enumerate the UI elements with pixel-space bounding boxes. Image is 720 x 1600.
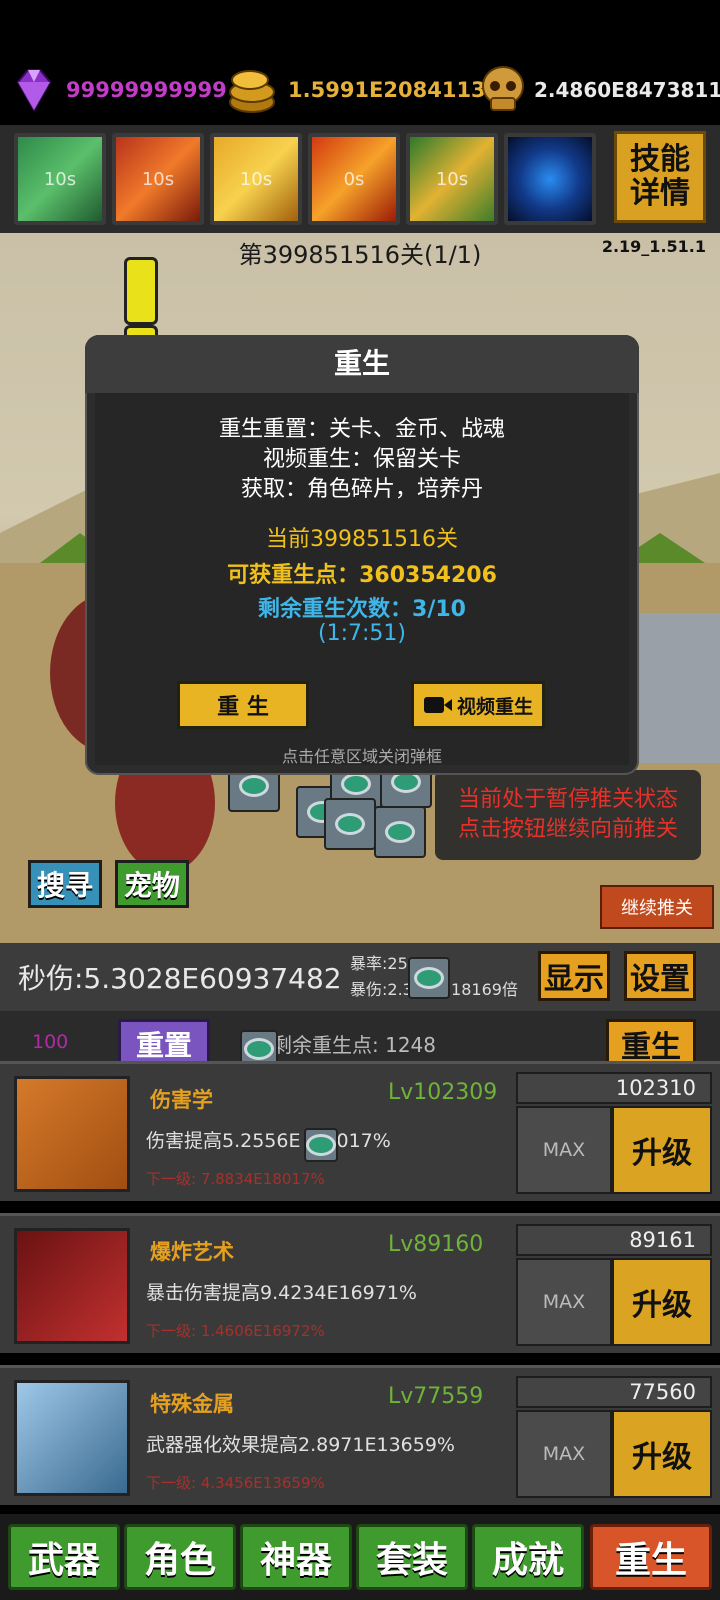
skill-slot-1[interactable]: 10s: [14, 133, 106, 225]
skill-cooldown: 0s: [343, 168, 365, 190]
pet-button[interactable]: 宠物: [115, 860, 189, 908]
modal-line-1: 重生重置：关卡、金币、战魂: [218, 417, 505, 442]
reset-count: 100: [32, 1031, 69, 1053]
skill-cooldown: 10s: [239, 168, 273, 190]
skill-bar: 10s 10s 10s 0s 10s 技能详情: [0, 125, 720, 233]
skill-slot-3[interactable]: 10s: [210, 133, 302, 225]
rebirth-timer: (1:7:51): [318, 621, 406, 646]
gold-coins-icon: [229, 70, 275, 113]
nav-achievements[interactable]: 成就: [472, 1524, 584, 1590]
skill-cooldown: 10s: [141, 168, 175, 190]
skill-slot-2[interactable]: 10s: [112, 133, 204, 225]
upgrade-level: Lv77559: [388, 1384, 484, 1409]
bottom-nav: 武器 角色 神器 套装 成就 重生: [0, 1514, 720, 1600]
upgrade-level: Lv102309: [388, 1080, 498, 1105]
gem-icon: [16, 69, 52, 113]
dps-label: 秒伤:5.3028E60937482: [18, 962, 342, 995]
pause-tip: 当前处于暂停推关状态 点击按钮继续向前推关: [435, 770, 701, 860]
skill-slot-5[interactable]: 10s: [406, 133, 498, 225]
upgrade-next: 下一级: 7.8834E18017%: [146, 1170, 325, 1188]
upgrade-button[interactable]: 升级: [612, 1258, 712, 1346]
rebirth-points: 可获重生点：360354206: [227, 563, 497, 588]
upgrade-next: 下一级: 1.4606E16972%: [146, 1322, 325, 1340]
pause-tip-line-1: 当前处于暂停推关状态: [457, 787, 678, 812]
soul-counter: 2.4860E8473811: [478, 55, 720, 125]
exclamation-icon[interactable]: [124, 257, 158, 325]
settings-button[interactable]: 设置: [624, 951, 696, 1001]
skill-slot-6[interactable]: [504, 133, 596, 225]
skill-slot-4[interactable]: 0s: [308, 133, 400, 225]
upgrade-card-explosion: 爆炸艺术 Lv89160 暴击伤害提高9.4234E16971% 下一级: 1.…: [0, 1213, 720, 1353]
soul-value: 2.4860E8473811: [534, 78, 720, 102]
crit-damage-suffix: 18169倍: [451, 980, 518, 999]
pause-tip-line-2: 点击按钮继续向前推关: [457, 817, 678, 842]
upgrade-name: 伤害学: [150, 1088, 213, 1112]
max-button[interactable]: MAX: [516, 1410, 612, 1498]
max-button[interactable]: MAX: [516, 1106, 612, 1194]
ring-drop[interactable]: [408, 957, 450, 999]
nav-character[interactable]: 角色: [124, 1524, 236, 1590]
nav-set[interactable]: 套装: [356, 1524, 468, 1590]
upgrade-name: 特殊金属: [150, 1392, 234, 1416]
upgrade-button[interactable]: 升级: [612, 1410, 712, 1498]
nav-artifact[interactable]: 神器: [240, 1524, 352, 1590]
upgrade-count: 77560: [516, 1376, 712, 1408]
video-rebirth-button[interactable]: 视频重生: [411, 681, 545, 729]
ring-drop[interactable]: [304, 1128, 338, 1162]
search-button[interactable]: 搜寻: [28, 860, 102, 908]
rebirth-button[interactable]: 重 生: [177, 681, 309, 729]
upgrade-level: Lv89160: [388, 1232, 484, 1257]
modal-title: 重生: [85, 335, 639, 393]
upgrade-card-damage: 伤害学 Lv102309 伤害提高5.2556E 017% 下一级: 7.8834…: [0, 1061, 720, 1201]
skill-cooldown: 10s: [435, 168, 469, 190]
max-button[interactable]: MAX: [516, 1258, 612, 1346]
gem-counter: 99999999999: [8, 55, 227, 125]
remaining-rebirths: 剩余重生次数：3/10: [258, 597, 466, 622]
skill-detail-button[interactable]: 技能详情: [614, 131, 706, 223]
skull-icon: [482, 66, 524, 111]
nav-rebirth[interactable]: 重生: [590, 1524, 712, 1590]
gold-counter: 1.5991E20841131: [222, 55, 500, 125]
skill-cooldown: 10s: [43, 168, 77, 190]
upgrade-count: 89161: [516, 1224, 712, 1256]
remaining-points: 剩余重生点: 1248: [272, 1033, 436, 1057]
gold-value: 1.5991E20841131: [288, 78, 501, 102]
dynamite-icon: [14, 1228, 130, 1344]
crit-damage-prefix: 暴伤:2.3: [350, 980, 413, 999]
rebirth-modal: 重生 重生重置：关卡、金币、战魂 视频重生：保留关卡 获取：角色碎片，培养丹 当…: [85, 335, 639, 775]
display-button[interactable]: 显示: [538, 951, 610, 1001]
upgrade-desc-b: 017%: [336, 1130, 391, 1152]
upgrade-card-metal: 特殊金属 Lv77559 武器强化效果提高2.8971E13659% 下一级: …: [0, 1365, 720, 1505]
nav-weapons[interactable]: 武器: [8, 1524, 120, 1590]
upgrade-desc: 暴击伤害提高9.4234E16971%: [146, 1282, 417, 1304]
book-icon: [14, 1076, 130, 1192]
currency-bar: 99999999999 1.5991E20841131 2.4860E84738…: [0, 55, 720, 125]
ring-drop[interactable]: [374, 806, 426, 858]
upgrade-count: 102310: [516, 1072, 712, 1104]
upgrade-desc-a: 伤害提高5.2556E: [146, 1130, 301, 1152]
ring-drop[interactable]: [324, 798, 376, 850]
upgrade-button[interactable]: 升级: [612, 1106, 712, 1194]
upgrade-desc: 伤害提高5.2556E 017%: [146, 1126, 391, 1153]
modal-line-3: 获取：角色碎片，培养丹: [240, 477, 483, 502]
version-label: 2.19_1.51.1: [601, 237, 706, 256]
close-hint: 点击任意区域关闭弹框: [281, 747, 442, 766]
gem-value: 99999999999: [66, 78, 227, 102]
video-camera-icon: [423, 697, 452, 713]
continue-button[interactable]: 继续推关: [600, 885, 714, 929]
stats-bar: 秒伤:5.3028E60937482 暴率:254% 暴伤:2.3 18169倍…: [0, 943, 720, 1011]
upgrade-next: 下一级: 4.3456E13659%: [146, 1474, 325, 1492]
modal-line-2: 视频重生：保留关卡: [262, 447, 461, 472]
metal-plate-icon: [14, 1380, 130, 1496]
upgrade-name: 爆炸艺术: [150, 1240, 234, 1264]
upgrade-desc: 武器强化效果提高2.8971E13659%: [146, 1434, 455, 1456]
video-rebirth-label: 视频重生: [456, 695, 533, 718]
current-stage: 当前399851516关: [266, 527, 458, 552]
